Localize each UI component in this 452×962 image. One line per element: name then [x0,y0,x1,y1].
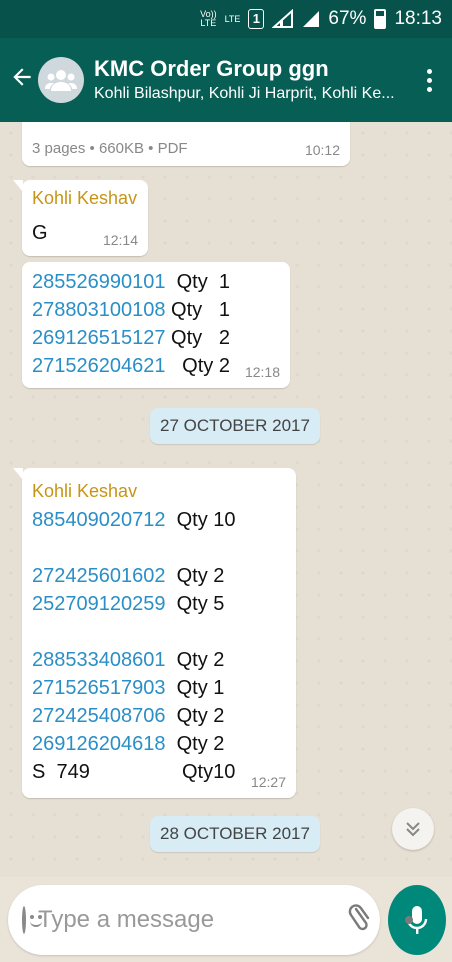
date-divider: 28 OCTOBER 2017 [150,816,320,852]
document-message[interactable]: 3 pages • 660KB • PDF 10:12 [22,122,350,166]
message-time: 12:27 [250,774,286,790]
battery-percent: 67% [328,8,367,29]
message-time: 12:18 [244,364,280,380]
item-qty: Qty 1 [171,299,230,321]
battery-icon [374,9,387,29]
order-line: 278803100108 Qty 1 [32,296,280,324]
microphone-button[interactable] [388,885,446,955]
lte-indicator: LTE [224,13,241,24]
group-avatar[interactable] [38,57,84,103]
volte-indicator: Vo)) LTE [200,9,217,28]
scroll-to-bottom-button[interactable] [392,808,434,850]
paperclip-svg [348,903,370,930]
item-qty: Qty 2 [182,355,230,377]
message-bubble[interactable]: Kohli Keshav 885409020712 Qty 10 2724256… [13,468,296,798]
smiley-icon[interactable] [22,906,42,934]
message-time: 10:12 [304,142,340,158]
message-input[interactable] [38,906,348,934]
item-qty: Qty 2 [176,705,225,727]
sender-name[interactable]: Kohli Keshav [32,188,137,209]
more-vertical-icon[interactable] [414,68,444,92]
order-line: 885409020712 Qty 10 [32,506,286,534]
chat-header: KMC Order Group ggn Kohli Bilashpur, Koh… [0,38,452,122]
message-bubble[interactable]: Kohli Keshav G 12:14 [13,180,148,256]
item-code[interactable]: 252709120259 [32,593,165,615]
item-qty: Qty 2 [171,327,230,349]
item-code[interactable]: 285526990101 [32,271,165,293]
chevrons-down-icon [406,822,420,837]
item-qty: Qty 1 [176,271,230,293]
order-line: S 749 Qty10 [32,758,286,786]
group-members: Kohli Bilashpur, Kohli Ji Harprit, Kohli… [94,85,395,102]
chat-area[interactable]: 3 pages • 660KB • PDF 10:12 Kohli Keshav… [0,122,452,877]
sim-icon: 1 [248,9,265,29]
item-code: S 749 [32,761,90,783]
order-line: 285526990101 Qty 1 [32,268,280,296]
item-code[interactable]: 885409020712 [32,509,165,531]
item-code[interactable]: 271526517903 [32,677,165,699]
date-divider: 27 OCTOBER 2017 [150,408,320,444]
chat-title-area[interactable]: KMC Order Group ggn Kohli Bilashpur, Koh… [94,55,414,105]
order-line: 252709120259 Qty 5 [32,590,286,618]
order-line: 269126204618 Qty 2 [32,730,286,758]
signal-icon-2 [303,11,320,27]
item-qty: Qty10 [182,761,236,783]
message-bubble[interactable]: 285526990101 Qty 1 278803100108 Qty 1 26… [22,262,290,388]
item-qty: Qty 2 [176,649,225,671]
group-name: KMC Order Group ggn [94,56,329,81]
order-line: 272425408706 Qty 2 [32,702,286,730]
item-qty: Qty 10 [176,509,236,531]
item-code[interactable]: 288533408601 [32,649,165,671]
document-meta: 3 pages • 660KB • PDF [32,140,188,157]
paperclip-icon[interactable] [348,903,372,938]
item-qty: Qty 2 [176,733,225,755]
item-code[interactable]: 272425601602 [32,565,165,587]
item-code[interactable]: 271526204621 [32,355,165,377]
order-line: 271526517903 Qty 1 [32,674,286,702]
item-code[interactable]: 278803100108 [32,299,165,321]
item-code[interactable]: 269126515127 [32,327,165,349]
status-bar: Vo)) LTE LTE 1 67% 18:13 [0,0,452,38]
order-line: 272425601602 Qty 2 [32,562,286,590]
item-qty: Qty 5 [176,593,225,615]
order-line: 269126515127 Qty 2 [32,324,280,352]
signal-icon [272,9,294,28]
order-line: 288533408601 Qty 2 [32,646,286,674]
item-qty: Qty 2 [176,565,225,587]
message-composer [8,885,415,955]
clock: 18:13 [394,8,442,29]
item-code[interactable]: 272425408706 [32,705,165,727]
message-text: G [32,222,48,244]
group-icon [45,70,77,91]
item-code[interactable]: 269126204618 [32,733,165,755]
back-arrow-icon[interactable] [6,64,38,97]
sender-name[interactable]: Kohli Keshav [32,476,286,506]
order-line: 271526204621 Qty 2 [32,352,280,380]
message-time: 12:14 [102,232,138,248]
item-qty: Qty 1 [176,677,225,699]
